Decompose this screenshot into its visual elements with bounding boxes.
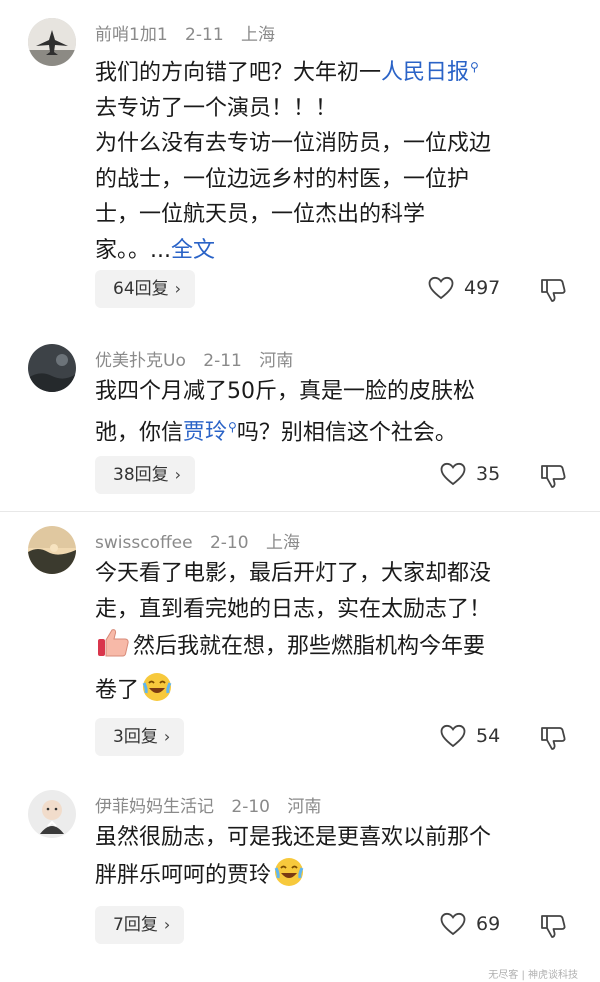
text-line: 今天看了电影，最后开灯了，大家却都没 <box>95 561 492 586</box>
dislike-button[interactable] <box>540 725 568 755</box>
comment-2: 优美扑克Uo 2-11 河南 我四个月减了50斤，真是一脸的皮肤松 弛，你信贾玲… <box>0 330 600 510</box>
comment-3: swisscoffee 2-10 上海 今天看了电影，最后开灯了，大家却都没 走… <box>0 512 600 780</box>
heart-icon <box>440 912 466 936</box>
comment-date: 2-10 <box>209 533 249 553</box>
reply-count-button[interactable]: 38回复 › <box>95 456 196 494</box>
avatar[interactable] <box>28 526 76 574</box>
thumbs-down-icon <box>541 915 566 938</box>
topic-link-label: 人民日报 <box>381 60 470 86</box>
comment-4: 伊菲妈妈生活记 2-10 河南 虽然很励志，可是我还是更喜欢以前那个 胖胖乐呵呵… <box>0 780 600 982</box>
comment-location: 河南 <box>259 351 294 371</box>
chevron-right-icon: › <box>163 915 171 934</box>
avatar-baby-image <box>28 790 76 838</box>
search-icon: ⚲ <box>470 60 479 74</box>
text-line: 的战士，一位边远乡村的村医，一位护 <box>95 166 470 192</box>
username[interactable]: 前哨1加1 <box>95 25 168 45</box>
comment-text: 虽然很励志，可是我还是更喜欢以前那个 胖胖乐呵呵的贾玲 <box>95 820 575 899</box>
like-count: 54 <box>476 725 501 747</box>
comment-date: 2-11 <box>185 25 224 45</box>
heart-icon <box>440 462 466 486</box>
expand-full-text-link[interactable]: 全文 <box>171 238 215 263</box>
dislike-button[interactable] <box>540 463 568 493</box>
like-button[interactable]: 54 <box>440 724 500 748</box>
reply-count-label: 7回复 <box>113 915 158 935</box>
comment-date: 2-10 <box>231 797 270 817</box>
text-segment: 胖胖乐呵呵的贾玲 <box>95 862 272 888</box>
reply-count-button[interactable]: 64回复 › <box>95 270 196 308</box>
avatar-jet-image <box>28 18 76 66</box>
crying-laughing-emoji-icon <box>141 671 173 715</box>
topic-link-label: 贾玲 <box>183 419 228 445</box>
like-button[interactable]: 69 <box>440 912 500 936</box>
avatar-night-image <box>28 344 76 392</box>
comment-text: 我们的方向错了吧？大年初一人民日报⚲ 去专访了一个演员！！！ 为什么没有去专访一… <box>95 50 575 268</box>
comment-1: 前哨1加1 2-11 上海 我们的方向错了吧？大年初一人民日报⚲ 去专访了一个演… <box>0 0 600 330</box>
text-segment: 我们的方向错了吧？大年初一 <box>95 60 382 86</box>
like-count: 35 <box>476 463 501 485</box>
thumbs-down-icon <box>541 279 566 302</box>
thumbs-down-icon <box>541 727 566 750</box>
search-icon: ⚲ <box>228 419 237 434</box>
comment-location: 上海 <box>241 25 276 45</box>
text-segment: 吗？别相信这个社会。 <box>236 419 457 445</box>
like-button[interactable]: 35 <box>440 462 500 486</box>
like-button[interactable]: 497 <box>428 276 500 300</box>
text-line: 我四个月减了50斤，真是一脸的皮肤松 <box>95 379 475 404</box>
reply-count-label: 3回复 <box>113 727 158 747</box>
text-segment: 弛，你信 <box>95 419 184 445</box>
text-line: 去专访了一个演员！！！ <box>95 95 338 121</box>
text-line: 走，直到看完她的日志，实在太励志了！ <box>95 596 492 622</box>
topic-link[interactable]: 人民日报⚲ <box>381 60 479 85</box>
comment-text: 我四个月减了50斤，真是一脸的皮肤松 弛，你信贾玲⚲吗？别相信这个社会。 <box>95 374 575 450</box>
comment-date: 2-11 <box>203 351 242 371</box>
reply-count-button[interactable]: 7回复 › <box>95 906 185 944</box>
text-line: 虽然很励志，可是我还是更喜欢以前那个 <box>95 825 492 850</box>
text-line: 士，一位航天员，一位杰出的科学 <box>95 202 426 228</box>
like-count: 69 <box>476 913 501 935</box>
comment-meta: swisscoffee 2-10 上海 <box>95 528 312 553</box>
comment-text: 今天看了电影，最后开灯了，大家却都没 走，直到看完她的日志，实在太励志了！ 然后… <box>95 556 575 714</box>
avatar-sunset-image <box>28 526 76 574</box>
text-segment: 卷了 <box>95 677 140 703</box>
username[interactable]: swisscoffee <box>95 533 193 553</box>
username[interactable]: 优美扑克Uo <box>95 351 186 371</box>
thumbs-up-emoji-icon <box>97 627 131 671</box>
reply-count-button[interactable]: 3回复 › <box>95 718 185 756</box>
heart-icon <box>428 276 454 300</box>
dislike-button[interactable] <box>540 913 568 943</box>
heart-icon <box>440 724 466 748</box>
comment-location: 上海 <box>265 533 300 553</box>
comment-meta: 伊菲妈妈生活记 2-10 河南 <box>95 792 333 817</box>
text-segment: 然后我就在想，那些燃脂机构今年要 <box>133 634 486 659</box>
comment-meta: 优美扑克Uo 2-11 河南 <box>95 346 305 371</box>
text-segment: 家。。... <box>95 237 171 263</box>
thumbs-down-icon <box>541 465 566 488</box>
avatar[interactable] <box>28 790 76 838</box>
chevron-right-icon: › <box>174 465 182 484</box>
watermark: 无尽客 | 神虎谈科技 <box>488 970 578 981</box>
chevron-right-icon: › <box>174 279 182 298</box>
comment-location: 河南 <box>287 797 322 817</box>
avatar[interactable] <box>28 18 76 66</box>
crying-laughing-emoji-icon <box>273 856 305 900</box>
like-count: 497 <box>464 277 501 299</box>
text-line: 为什么没有去专访一位消防员，一位戍边 <box>95 131 492 157</box>
reply-count-label: 64回复 <box>113 279 169 299</box>
comment-meta: 前哨1加1 2-11 上海 <box>95 20 287 45</box>
avatar[interactable] <box>28 344 76 392</box>
chevron-right-icon: › <box>163 727 171 746</box>
reply-count-label: 38回复 <box>113 465 169 485</box>
username[interactable]: 伊菲妈妈生活记 <box>95 797 214 817</box>
dislike-button[interactable] <box>540 277 568 307</box>
topic-link[interactable]: 贾玲⚲ <box>183 420 237 445</box>
